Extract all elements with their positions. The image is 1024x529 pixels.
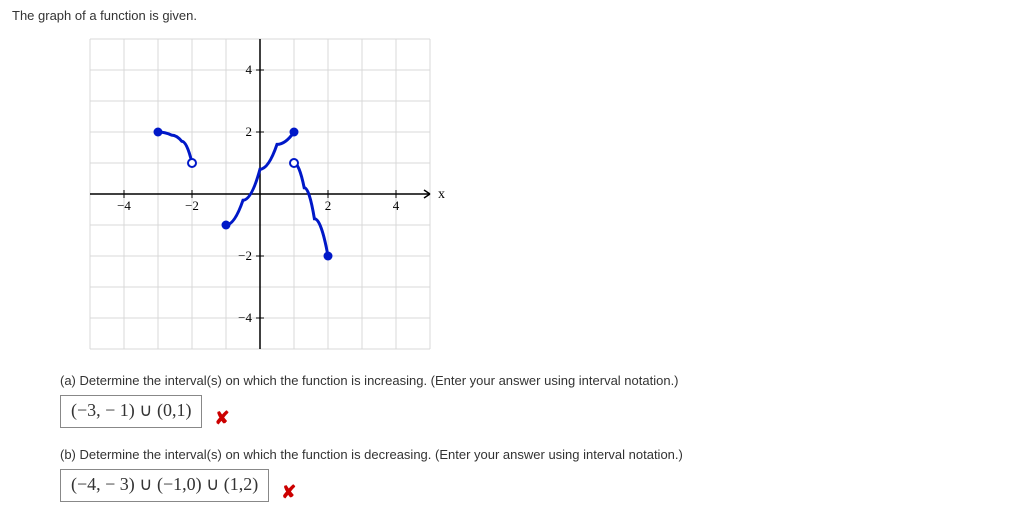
svg-text:4: 4 [393,198,400,213]
svg-text:4: 4 [246,62,253,77]
svg-text:−4: −4 [117,198,131,213]
intro-text: The graph of a function is given. [12,8,1012,23]
part-b-prompt: (b) Determine the interval(s) on which t… [60,447,1012,462]
part-a-prompt: (a) Determine the interval(s) on which t… [60,373,1012,388]
part-a-mark-icon: ✘ [214,408,229,429]
svg-text:−4: −4 [238,310,252,325]
svg-text:2: 2 [325,198,332,213]
function-graph: −4 −2 2 4 −4 −2 2 4 x [60,29,1012,359]
svg-text:−2: −2 [238,248,252,263]
svg-text:−2: −2 [185,198,199,213]
svg-text:x: x [438,187,445,202]
part-b-mark-icon: ✘ [281,482,296,503]
part-a-answer-box[interactable]: (−3, − 1) ∪ (0,1) [60,395,202,428]
svg-text:2: 2 [246,124,253,139]
part-b-answer-box[interactable]: (−4, − 3) ∪ (−1,0) ∪ (1,2) [60,469,269,502]
